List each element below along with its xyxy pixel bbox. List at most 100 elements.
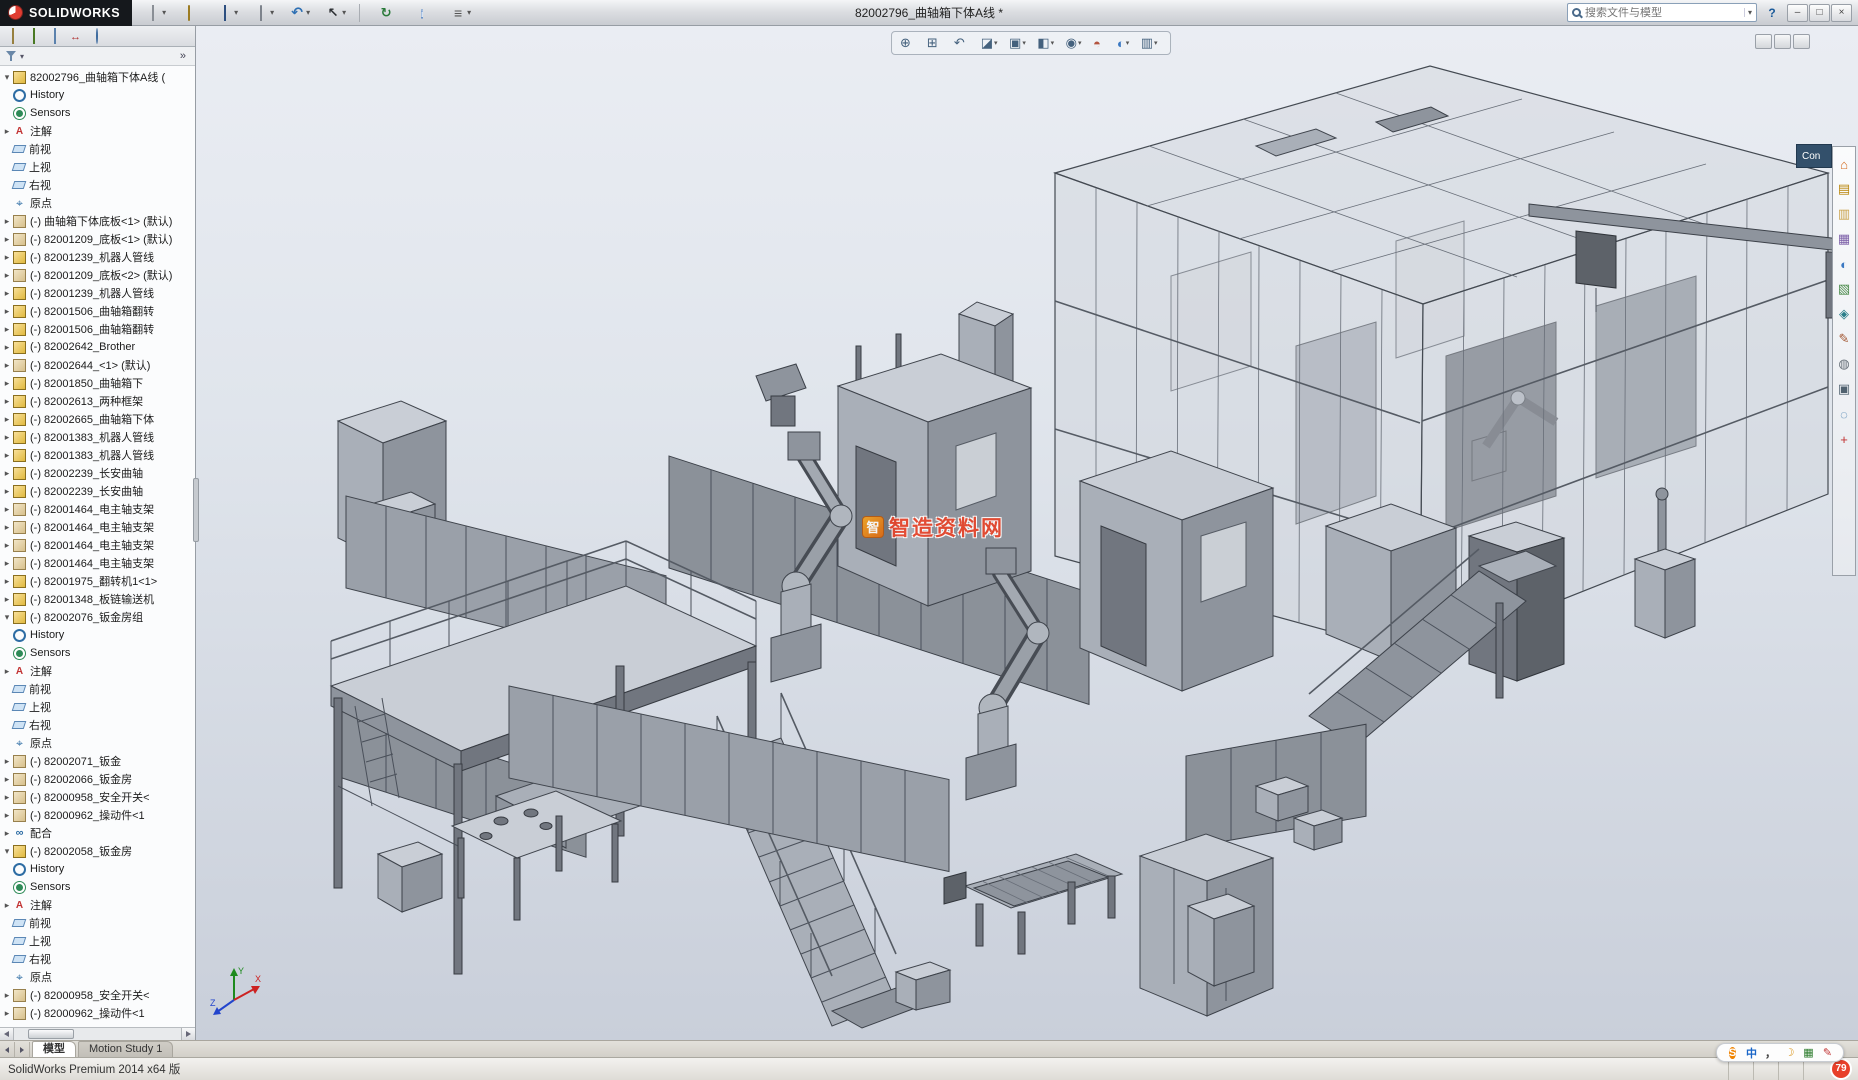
dropdown-arrow-icon[interactable]: ▾: [994, 39, 1002, 47]
dropdown-arrow-icon[interactable]: ▾: [1022, 39, 1030, 47]
expand-arrow-icon[interactable]: ▸: [2, 360, 12, 371]
tree-item[interactable]: 前视: [0, 140, 195, 158]
expand-arrow-icon[interactable]: ▸: [2, 774, 12, 785]
expand-arrow-icon[interactable]: ▸: [2, 468, 12, 479]
scroll-left-icon[interactable]: [0, 1028, 14, 1040]
tree-item[interactable]: ▸ (-) 82002644_<1> (默认): [0, 356, 195, 374]
tree-item[interactable]: 右视: [0, 176, 195, 194]
expand-arrow-icon[interactable]: ▸: [2, 342, 12, 353]
filter-icon[interactable]: [5, 50, 17, 62]
tree-item[interactable]: 上视: [0, 698, 195, 716]
expand-arrow-icon[interactable]: ▸: [2, 270, 12, 281]
tree-item[interactable]: ▸ (-) 82001209_底板<2> (默认): [0, 266, 195, 284]
panel-expand-chevron[interactable]: »: [176, 50, 190, 62]
notification-badge[interactable]: 79: [1832, 1060, 1850, 1078]
scroll-right-icon[interactable]: [181, 1028, 195, 1040]
tree-item[interactable]: ▾ (-) 82002076_钣金房组: [0, 608, 195, 626]
graphics-viewport[interactable]: ⊕ ⊞ ↶ ◪ ▾ ▣ ▾ ◧ ▾ ◉ ▾ ◓ ◐ ▾ ▥ ▾ Con ⌂ ▤ ▥ ▦ ◐ ▧ ◈ ✎ ◍ ▣ ◌ + 智 智造资料…: [0, 26, 1858, 1040]
dropdown-arrow-icon[interactable]: ▾: [342, 8, 350, 17]
tree-item[interactable]: ▸ (-) 82001506_曲轴箱翻转: [0, 302, 195, 320]
expand-arrow-icon[interactable]: ▸: [2, 378, 12, 389]
expand-arrow-icon[interactable]: ▸: [2, 486, 12, 497]
tree-item[interactable]: ▸ (-) 82002071_钣金: [0, 752, 195, 770]
dropdown-arrow-icon[interactable]: ▾: [162, 8, 170, 17]
tree-item[interactable]: ▸ (-) 82000958_安全开关<: [0, 788, 195, 806]
tree-item[interactable]: ▾ (-) 82002058_钣金房: [0, 842, 195, 860]
tree-item[interactable]: ▸ (-) 82002066_钣金房: [0, 770, 195, 788]
expand-arrow-icon[interactable]: ▸: [2, 594, 12, 605]
tree-item[interactable]: ▸ (-) 82001239_机器人管线: [0, 248, 195, 266]
filter-dropdown-icon[interactable]: ▾: [20, 52, 28, 61]
tree-item[interactable]: ▸ (-) 82001464_电主轴支架: [0, 518, 195, 536]
tab-motion-study[interactable]: Motion Study 1: [78, 1041, 174, 1057]
tree-item[interactable]: ▸ (-) 82002642_Brother: [0, 338, 195, 356]
maximize-button[interactable]: □: [1809, 3, 1830, 22]
tree-item[interactable]: ▸ (-) 82001383_机器人管线: [0, 446, 195, 464]
tree-item[interactable]: History: [0, 626, 195, 644]
search-dropdown-icon[interactable]: ▾: [1744, 8, 1752, 17]
expand-arrow-icon[interactable]: ▸: [2, 216, 12, 227]
expand-arrow-icon[interactable]: ▸: [2, 324, 12, 335]
dropdown-arrow-icon[interactable]: ▾: [467, 8, 475, 17]
expand-arrow-icon[interactable]: ▸: [2, 810, 12, 821]
tree-item[interactable]: ▸ (-) 曲轴箱下体底板<1> (默认): [0, 212, 195, 230]
scrollbar-thumb[interactable]: [28, 1029, 74, 1039]
tree-item[interactable]: ▸ (-) 82001239_机器人管线: [0, 284, 195, 302]
tree-item[interactable]: ▸ 注解: [0, 662, 195, 680]
tree-item[interactable]: ▸ 注解: [0, 896, 195, 914]
expand-arrow-icon[interactable]: ▸: [2, 900, 12, 911]
expand-arrow-icon[interactable]: ▸: [2, 666, 12, 677]
dropdown-arrow-icon[interactable]: ▾: [234, 8, 242, 17]
expand-arrow-icon[interactable]: ▸: [2, 306, 12, 317]
tree-item[interactable]: ▸ (-) 82000962_操动件<1: [0, 1004, 195, 1022]
search-box[interactable]: ▾: [1567, 3, 1757, 22]
tab-model[interactable]: 模型: [32, 1041, 76, 1057]
tree-item[interactable]: ▸ (-) 82002665_曲轴箱下体: [0, 410, 195, 428]
tree-item[interactable]: Sensors: [0, 878, 195, 896]
tree-item[interactable]: 原点: [0, 968, 195, 986]
tree-item[interactable]: ▸ 配合: [0, 824, 195, 842]
search-input[interactable]: [1585, 6, 1740, 19]
tree-item[interactable]: 上视: [0, 158, 195, 176]
expand-arrow-icon[interactable]: ▸: [2, 990, 12, 1001]
tree-item[interactable]: 原点: [0, 194, 195, 212]
expand-arrow-icon[interactable]: ▸: [2, 522, 12, 533]
tree-horizontal-scrollbar[interactable]: [0, 1027, 195, 1040]
expand-arrow-icon[interactable]: ▸: [2, 558, 12, 569]
tree-item[interactable]: ▸ (-) 82002239_长安曲轴: [0, 464, 195, 482]
expand-arrow-icon[interactable]: ▸: [2, 414, 12, 425]
tree-item[interactable]: ▸ (-) 82001464_电主轴支架: [0, 500, 195, 518]
tree-item[interactable]: ▸ (-) 82001506_曲轴箱翻转: [0, 320, 195, 338]
expand-arrow-icon[interactable]: ▸: [2, 252, 12, 263]
expand-arrow-icon[interactable]: ▸: [2, 234, 12, 245]
tree-item[interactable]: ▸ 注解: [0, 122, 195, 140]
tree-item[interactable]: 原点: [0, 734, 195, 752]
tree-item[interactable]: ▸ (-) 82001464_电主轴支架: [0, 536, 195, 554]
expand-arrow-icon[interactable]: ▸: [2, 288, 12, 299]
tree-item[interactable]: ▸ (-) 82001850_曲轴箱下: [0, 374, 195, 392]
expand-arrow-icon[interactable]: ▾: [2, 612, 12, 623]
tree-item[interactable]: ▸ (-) 82000958_安全开关<: [0, 986, 195, 1004]
dropdown-arrow-icon[interactable]: ▾: [1051, 39, 1059, 47]
expand-arrow-icon[interactable]: ▸: [2, 1008, 12, 1019]
minimize-button[interactable]: –: [1787, 3, 1808, 22]
dropdown-arrow-icon[interactable]: ▾: [1078, 39, 1086, 47]
tab-scroll-left-icon[interactable]: [0, 1042, 15, 1057]
help-button[interactable]: ?: [1763, 4, 1781, 22]
tree-item[interactable]: 上视: [0, 932, 195, 950]
taskpane-flyout-header[interactable]: Con: [1796, 144, 1832, 168]
dropdown-arrow-icon[interactable]: ▾: [1126, 39, 1134, 47]
panel-splitter[interactable]: [193, 478, 199, 542]
tree-item[interactable]: Sensors: [0, 644, 195, 662]
tree-item[interactable]: 前视: [0, 680, 195, 698]
tree-item[interactable]: History: [0, 86, 195, 104]
dropdown-arrow-icon[interactable]: ▾: [1154, 39, 1162, 47]
expand-arrow-icon[interactable]: ▸: [2, 450, 12, 461]
expand-arrow-icon[interactable]: ▸: [2, 540, 12, 551]
expand-arrow-icon[interactable]: ▸: [2, 126, 12, 137]
tree-item[interactable]: ▸ (-) 82001209_底板<1> (默认): [0, 230, 195, 248]
tree-item[interactable]: ▸ (-) 82000962_操动件<1: [0, 806, 195, 824]
tree-item[interactable]: ▸ (-) 82002613_两种框架: [0, 392, 195, 410]
expand-arrow-icon[interactable]: ▸: [2, 396, 12, 407]
expand-arrow-icon[interactable]: ▾: [2, 846, 12, 857]
